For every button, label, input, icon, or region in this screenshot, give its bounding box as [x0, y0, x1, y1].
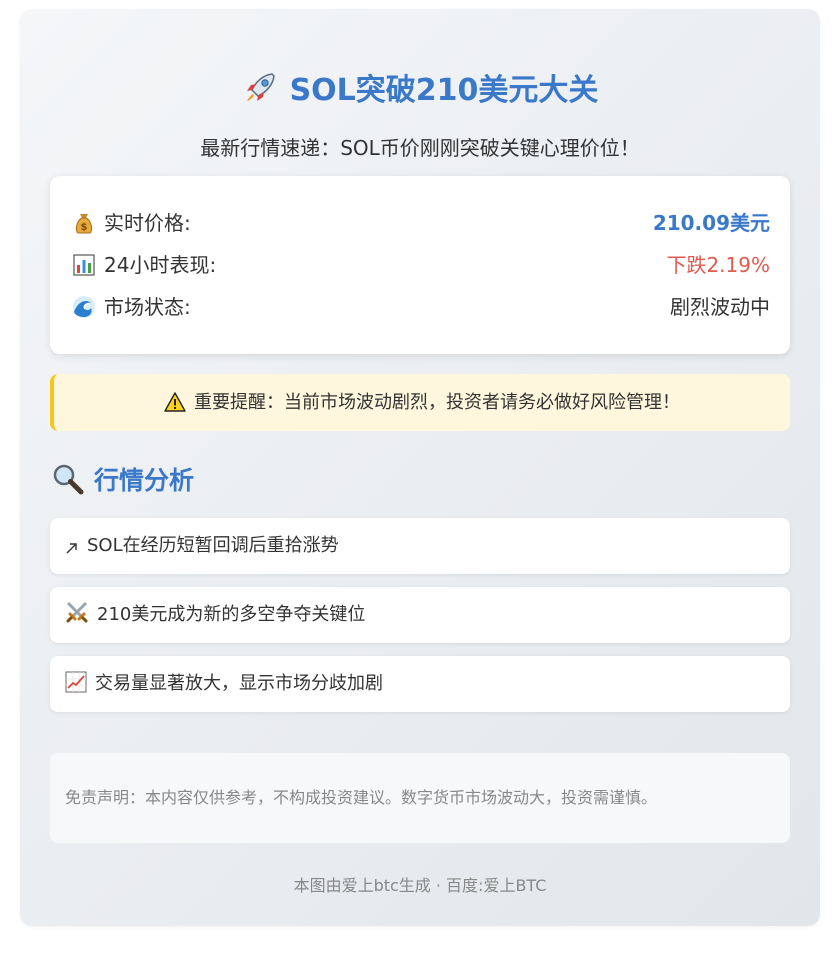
svg-text:$: $	[81, 222, 88, 233]
subtitle: 最新行情速递：SOL币价刚刚突破关键心理价位！	[200, 136, 640, 160]
price-value: 210.09美元	[652, 211, 770, 235]
analysis-heading-text: 行情分析	[94, 466, 195, 495]
footer: 本图由爱上btc生成 · 百度:爱上BTC	[293, 876, 547, 895]
page-title: SOL突破210美元大关	[20, 65, 820, 123]
analysis-item: 210美元成为新的多空争夺关键位	[50, 587, 790, 643]
rocket-icon	[242, 70, 278, 123]
warning-icon	[164, 378, 186, 435]
analysis-item: 交易量显著放大，显示市场分歧加剧	[50, 656, 790, 712]
warning-text: 重要提醒：当前市场波动剧烈，投资者请务必做好风险管理！	[194, 392, 680, 413]
performance-row: 24小时表现: 下跌2.19%	[72, 245, 770, 285]
performance-label: 24小时表现:	[104, 253, 217, 277]
analysis-item-text: SOL在经历短暂回调后重拾涨势	[87, 535, 339, 556]
price-label: 实时价格:	[104, 211, 191, 235]
status-value: 剧烈波动中	[670, 295, 770, 319]
status-row: 市场状态: 剧烈波动中	[72, 287, 770, 327]
analysis-item-text: 210美元成为新的多空争夺关键位	[97, 604, 366, 625]
analysis-item: SOL在经历短暂回调后重拾涨势	[50, 518, 790, 574]
wave-icon	[72, 292, 96, 318]
performance-value: 下跌2.19%	[666, 253, 770, 277]
bar-chart-icon	[72, 250, 96, 276]
analysis-heading: 行情分析	[52, 459, 194, 503]
price-info-card: $ 实时价格: 210.09美元 24小时表现: 下跌2.19% 市场状态: 剧…	[50, 176, 790, 354]
warning-banner: 重要提醒：当前市场波动剧烈，投资者请务必做好风险管理！	[50, 374, 790, 431]
trend-chart-icon	[65, 660, 87, 716]
magnifier-icon	[52, 463, 84, 509]
status-label: 市场状态:	[104, 295, 191, 319]
news-card: SOL突破210美元大关 最新行情速递：SOL币价刚刚突破关键心理价位！ $ 实…	[20, 9, 820, 926]
title-text: SOL突破210美元大关	[289, 73, 599, 108]
disclaimer: 免责声明：本内容仅供参考，不构成投资建议。数字货币市场波动大，投资需谨慎。	[50, 753, 790, 843]
money-bag-icon: $	[72, 208, 96, 234]
analysis-item-text: 交易量显著放大，显示市场分歧加剧	[95, 673, 383, 694]
arrow-up-right-icon	[65, 522, 79, 578]
price-row: $ 实时价格: 210.09美元	[72, 203, 770, 243]
crossed-swords-icon	[65, 591, 89, 647]
